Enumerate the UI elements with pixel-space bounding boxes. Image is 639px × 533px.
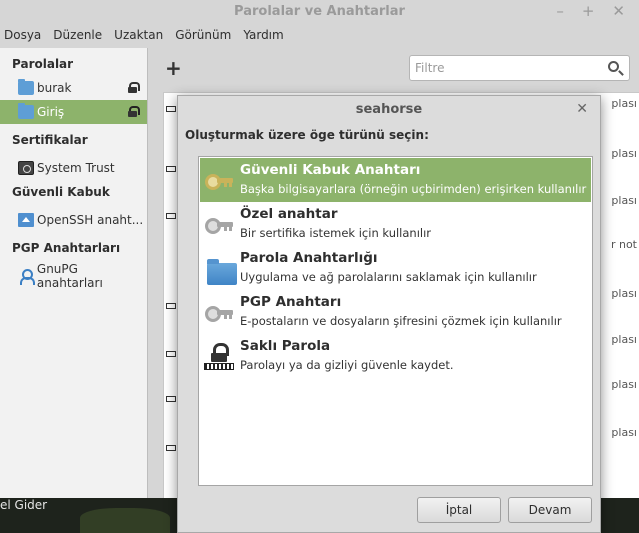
option-description: Başka bilgisayarlara (örneğin uçbirimden… <box>240 182 587 196</box>
sidebar-item-label: OpenSSH anaht... <box>37 213 144 227</box>
dialog-close-button[interactable]: ✕ <box>576 96 588 123</box>
option-description: E-postaların ve dosyaların şifresini çöz… <box>240 314 562 328</box>
option-secure-shell-key[interactable]: Güvenli Kabuk Anahtarı Başka bilgisayarl… <box>200 158 591 202</box>
menubar: Dosya Düzenle Uzaktan Görünüm Yardım <box>0 24 639 46</box>
folder-icon <box>18 79 34 95</box>
key-icon <box>166 213 176 219</box>
titlebar: Parolalar ve Anahtarlar – + ✕ <box>0 0 639 24</box>
sidebar-item-label: burak <box>37 81 72 95</box>
menu-gorunum[interactable]: Görünüm <box>175 28 231 42</box>
key-icon <box>204 165 234 195</box>
sidebar-item-gnupg[interactable]: GnuPG anahtarları <box>0 262 147 290</box>
list-item-text: plası <box>611 287 637 300</box>
sidebar-item-openssh[interactable]: OpenSSH anaht... <box>0 208 147 232</box>
key-icon <box>166 166 176 172</box>
toolbar: + Filtre <box>149 48 639 88</box>
person-icon <box>18 269 35 285</box>
lock-icon[interactable] <box>128 82 140 93</box>
option-title: PGP Anahtarı <box>240 294 342 310</box>
key-icon <box>166 106 176 112</box>
option-description: Uygulama ve ağ parolalarını saklamak içi… <box>240 270 537 284</box>
password-icon <box>204 341 234 371</box>
dialog-title: seahorse ✕ <box>178 96 600 123</box>
option-title: Özel anahtar <box>240 206 338 222</box>
option-stored-password[interactable]: Saklı Parola Parolayı ya da gizliyi güve… <box>200 334 591 378</box>
sidebar-item-giris[interactable]: Giriş <box>0 100 147 124</box>
sidebar-item-label: Giriş <box>37 105 65 119</box>
menu-yardim[interactable]: Yardım <box>243 28 283 42</box>
dialog-title-text: seahorse <box>355 102 423 117</box>
item-type-list: Güvenli Kabuk Anahtarı Başka bilgisayarl… <box>198 156 593 486</box>
section-header-pgp: PGP Anahtarları <box>12 241 121 255</box>
certificate-icon <box>18 161 34 175</box>
option-title: Parola Anahtarlığı <box>240 250 378 266</box>
list-item-text: r not <box>610 238 637 251</box>
option-title: Saklı Parola <box>240 338 331 354</box>
key-icon <box>166 303 176 309</box>
menu-dosya[interactable]: Dosya <box>4 28 41 42</box>
window-title: Parolalar ve Anahtarlar <box>234 4 405 19</box>
lock-icon[interactable] <box>128 106 140 117</box>
list-item-text: plası <box>611 97 637 110</box>
option-password-keyring[interactable]: Parola Anahtarlığı Uygulama ve ağ parola… <box>200 246 591 290</box>
section-header-passwords: Parolalar <box>12 57 74 71</box>
key-icon <box>204 297 234 327</box>
key-icon <box>166 351 176 357</box>
minimize-button[interactable]: – <box>556 2 564 20</box>
key-icon <box>204 209 234 239</box>
list-item-text: plası <box>611 426 637 439</box>
add-button[interactable]: + <box>165 58 182 78</box>
folder-icon <box>18 103 34 119</box>
option-description: Bir sertifika istemek için kullanılır <box>240 226 432 240</box>
menu-uzaktan[interactable]: Uzaktan <box>114 28 163 42</box>
filter-input[interactable]: Filtre <box>409 55 630 81</box>
list-item-text: plası <box>611 333 637 346</box>
menu-duzenle[interactable]: Düzenle <box>53 28 102 42</box>
sidebar-item-label: GnuPG anahtarları <box>36 262 103 290</box>
section-header-certificates: Sertifikalar <box>12 133 88 147</box>
desktop-text: el Gider <box>0 498 48 512</box>
key-icon <box>166 445 176 451</box>
folder-icon <box>204 253 237 285</box>
list-item-text: plası <box>611 194 637 207</box>
sidebar-item-burak[interactable]: burak <box>0 76 147 100</box>
cancel-button[interactable]: İptal <box>417 497 501 523</box>
option-description: Parolayı ya da gizliyi güvenle kaydet. <box>240 358 454 372</box>
option-pgp-key[interactable]: PGP Anahtarı E-postaların ve dosyaların … <box>200 290 591 334</box>
option-title: Güvenli Kabuk Anahtarı <box>240 162 421 178</box>
dialog-prompt: Oluşturmak üzere öge türünü seçin: <box>185 128 429 142</box>
key-icon <box>166 396 176 402</box>
search-icon[interactable] <box>608 61 619 72</box>
close-window-button[interactable]: ✕ <box>612 2 625 20</box>
option-private-key[interactable]: Özel anahtar Bir sertifika istemek için … <box>200 202 591 246</box>
sidebar: Parolalar burak Giriş Sertifikalar Syste… <box>0 48 148 498</box>
maximize-button[interactable]: + <box>582 2 595 20</box>
continue-button[interactable]: Devam <box>508 497 592 523</box>
home-folder-icon <box>18 213 34 227</box>
sidebar-item-label: System Trust <box>37 161 115 175</box>
new-item-dialog: seahorse ✕ Oluşturmak üzere öge türünü s… <box>177 95 601 533</box>
tree-silhouette <box>80 508 170 533</box>
section-header-secure-shell: Güvenli Kabuk <box>12 185 110 199</box>
filter-placeholder: Filtre <box>415 61 445 75</box>
sidebar-item-system-trust[interactable]: System Trust <box>0 156 147 180</box>
list-item-text: plası <box>611 378 637 391</box>
list-item-text: plası <box>611 147 637 160</box>
